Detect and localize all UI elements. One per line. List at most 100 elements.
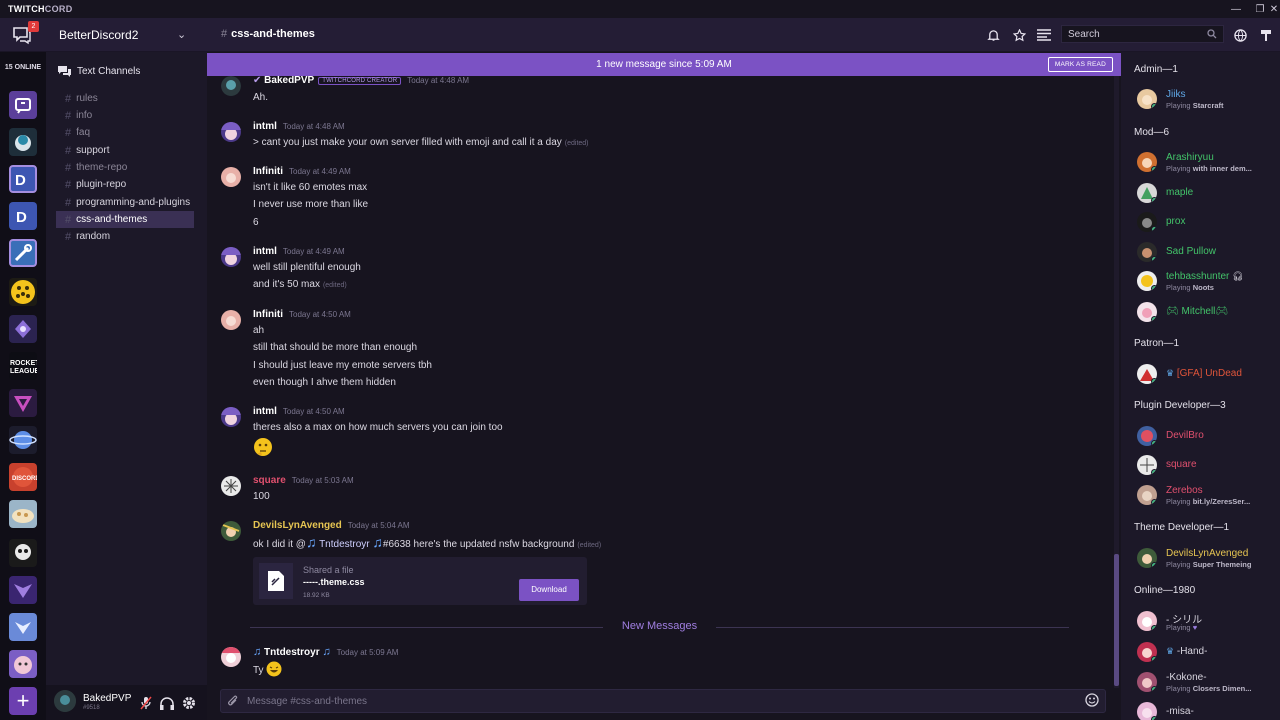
member-item[interactable]: - シリル Playing ♥ xyxy=(1137,609,1277,633)
member-item[interactable]: Zerebos Playing bit.ly/ZeresSer... xyxy=(1137,483,1277,507)
close-icon[interactable]: ✕ xyxy=(1262,0,1280,18)
channel-item-plugin-repo[interactable]: # plugin-repo xyxy=(56,176,194,193)
inbox-button[interactable]: 2 xyxy=(12,21,39,45)
channel-item-rules[interactable]: # rules xyxy=(56,90,194,107)
avatar xyxy=(1137,672,1157,692)
channel-item-faq[interactable]: # faq xyxy=(56,124,194,141)
avatar xyxy=(1137,271,1157,291)
channel-item-programming-and-plugins[interactable]: # programming-and-plugins xyxy=(56,194,194,211)
svg-text:D: D xyxy=(16,209,27,226)
download-button[interactable]: Download xyxy=(519,579,579,601)
member-item[interactable]: Arashiryuu Playing with inner dem... xyxy=(1137,150,1277,174)
avatar xyxy=(1137,212,1157,232)
chevron-down-icon[interactable]: ⌄ xyxy=(177,28,186,41)
server-icon-triangle[interactable] xyxy=(9,389,37,417)
server-icon-purple-crest[interactable] xyxy=(9,576,37,604)
music-note-icon: ♫ xyxy=(372,534,383,550)
message-author[interactable]: DevilsLynAvenged xyxy=(253,520,342,531)
member-item[interactable]: square xyxy=(1137,453,1277,477)
user-mention[interactable]: Tntdestroyr xyxy=(319,539,370,550)
star-icon[interactable] xyxy=(1010,26,1028,44)
file-name[interactable]: -----.theme.css xyxy=(303,577,365,587)
avatar[interactable] xyxy=(221,122,241,142)
server-icon-discord-red[interactable]: DISCORD xyxy=(9,463,37,491)
scrollbar-thumb[interactable] xyxy=(1114,554,1119,686)
member-item[interactable]: tehbasshunter 🎧︎ Playing Noots xyxy=(1137,269,1277,293)
avatar[interactable] xyxy=(54,690,76,712)
avatar[interactable] xyxy=(221,76,241,96)
server-icon-blue-crest[interactable] xyxy=(9,613,37,641)
message-list: ✔ BakedPVP TWITCHCORD CREATOR Today at 4:4… xyxy=(207,76,1114,688)
server-icon-yellow-ball[interactable] xyxy=(9,278,37,306)
server-icon-twitchcord[interactable] xyxy=(9,91,37,119)
message-author[interactable]: square xyxy=(253,475,286,486)
avatar[interactable] xyxy=(221,167,241,187)
new-messages-bar[interactable]: 1 new message since 5:09 AM MARK AS READ xyxy=(207,53,1121,76)
message-text: even though I ahve them hidden xyxy=(253,377,396,388)
avatar[interactable] xyxy=(221,310,241,330)
minimize-icon[interactable]: — xyxy=(1224,0,1248,18)
mute-microphone-icon[interactable] xyxy=(138,695,154,711)
attach-icon[interactable] xyxy=(227,694,239,711)
avatar[interactable] xyxy=(221,647,241,667)
member-item[interactable]: DevilsLynAvenged Playing Super Themeing xyxy=(1137,546,1277,570)
message-timestamp: Today at 4:50 AM xyxy=(282,407,345,416)
channel-item-support[interactable]: # support xyxy=(56,142,194,159)
member-item[interactable]: -misa- xyxy=(1137,700,1277,720)
channel-item-css-and-themes[interactable]: # css-and-themes xyxy=(56,211,194,228)
channel-category-header[interactable]: Text Channels xyxy=(58,66,140,77)
add-server-button[interactable]: + xyxy=(9,687,37,715)
message-input[interactable] xyxy=(247,692,1067,710)
member-list-icon[interactable] xyxy=(1035,26,1053,44)
headphones-icon[interactable] xyxy=(159,695,175,711)
user-name: BakedPVP xyxy=(83,693,132,704)
avatar[interactable] xyxy=(221,407,241,427)
server-name[interactable]: BetterDiscord2 xyxy=(59,28,138,42)
avatar[interactable] xyxy=(221,247,241,267)
avatar[interactable] xyxy=(221,476,241,496)
member-item[interactable]: prox xyxy=(1137,210,1277,234)
avatar[interactable] xyxy=(221,521,241,541)
emoji-picker-icon[interactable] xyxy=(1085,693,1099,710)
member-item[interactable]: Jiiks Playing Starcraft xyxy=(1137,87,1277,111)
server-icon-food[interactable] xyxy=(9,500,37,528)
bell-icon[interactable] xyxy=(984,26,1002,44)
server-icon-betterdiscord[interactable]: D xyxy=(9,165,37,193)
message-author[interactable]: Tntdestroyr xyxy=(264,647,320,658)
channel-item-random[interactable]: # random xyxy=(56,228,194,245)
member-item[interactable]: ♛ [GFA] UnDead xyxy=(1137,362,1277,386)
channel-item-theme-repo[interactable]: # theme-repo xyxy=(56,159,194,176)
mark-as-read-button[interactable]: MARK AS READ xyxy=(1047,57,1113,72)
server-icon-rocket-league[interactable]: ROCKET LEAGUE xyxy=(9,352,37,380)
globe-icon[interactable] xyxy=(1231,26,1249,44)
member-item[interactable]: ♛ -Hand- xyxy=(1137,640,1277,664)
server-icon-avatar-1[interactable] xyxy=(9,128,37,156)
member-item[interactable]: 🎮︎ Mitchell🎮︎ xyxy=(1137,300,1277,324)
server-icon-planet[interactable] xyxy=(9,426,37,454)
member-item[interactable]: Sad Pullow xyxy=(1137,240,1277,264)
message-author[interactable]: Infiniti xyxy=(253,166,283,177)
music-note-icon: ♫ xyxy=(305,534,317,550)
message-author[interactable]: intml xyxy=(253,406,277,417)
message-author[interactable]: intml xyxy=(253,121,277,132)
message-author[interactable]: BakedPVP xyxy=(264,76,314,86)
message-timestamp: Today at 4:49 AM xyxy=(282,247,345,256)
server-icon-purple-emblem[interactable] xyxy=(9,315,37,343)
search-input[interactable]: Search xyxy=(1061,25,1224,43)
message-timestamp: Today at 4:48 AM xyxy=(407,76,470,85)
server-icon-face[interactable] xyxy=(9,650,37,678)
member-item[interactable]: -Kokone- Playing Closers Dimen... xyxy=(1137,670,1277,694)
message-author[interactable]: intml xyxy=(253,246,277,257)
help-icon[interactable] xyxy=(1257,26,1275,44)
server-icon-betterdiscord2[interactable]: D xyxy=(9,202,37,230)
message-author[interactable]: Infiniti xyxy=(253,309,283,320)
message-text: > cant you just make your own server fil… xyxy=(253,137,589,148)
channel-item-info[interactable]: # info xyxy=(56,107,194,124)
message-text: 100 xyxy=(253,491,270,502)
server-icon-skull[interactable] xyxy=(9,539,37,567)
gear-icon[interactable] xyxy=(181,695,197,711)
member-item[interactable]: maple xyxy=(1137,181,1277,205)
scrollbar[interactable] xyxy=(1114,76,1119,688)
server-icon-tools[interactable] xyxy=(9,239,37,267)
member-item[interactable]: DevilBro xyxy=(1137,424,1277,448)
